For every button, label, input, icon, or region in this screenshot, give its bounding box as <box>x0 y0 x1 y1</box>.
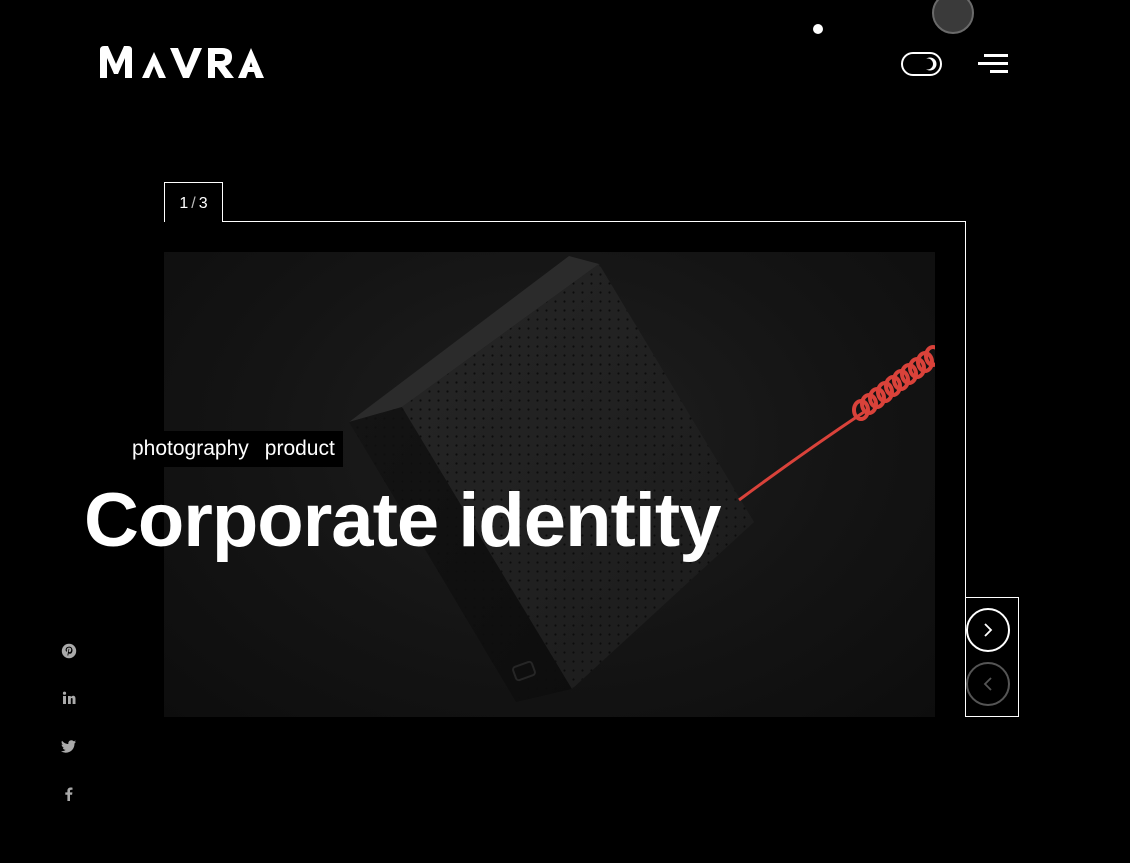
page: 1/3 photography product Corporate identi… <box>0 0 1130 863</box>
slider-nav <box>965 597 1019 717</box>
tag-product[interactable]: product <box>265 437 335 461</box>
theme-toggle[interactable] <box>901 52 942 76</box>
cursor-dot <box>813 24 823 34</box>
logo-wordmark-icon <box>100 46 264 78</box>
next-slide-button[interactable] <box>966 608 1010 652</box>
prev-slide-button[interactable] <box>966 662 1010 706</box>
social-link-pinterest[interactable] <box>58 640 80 662</box>
chevron-left-icon <box>983 677 992 691</box>
slide-tags: photography product <box>122 431 343 467</box>
cursor-ring <box>932 0 974 34</box>
brand-logo[interactable] <box>98 44 266 82</box>
slide-counter-current: 1 <box>179 195 189 212</box>
twitter-icon <box>61 740 76 753</box>
slide-counter: 1/3 <box>164 182 223 222</box>
slide-counter-total: 3 <box>198 195 208 212</box>
linkedin-icon <box>62 691 76 704</box>
social-link-linkedin[interactable] <box>58 687 80 709</box>
pinterest-icon <box>61 643 77 659</box>
slide-counter-separator: / <box>191 195 196 212</box>
hamburger-icon <box>978 54 1008 73</box>
social-link-facebook[interactable] <box>58 783 80 805</box>
social-link-twitter[interactable] <box>58 735 80 757</box>
chevron-right-icon <box>984 623 993 637</box>
slide-title[interactable]: Corporate identity <box>84 476 721 566</box>
tag-photography[interactable]: photography <box>132 437 249 461</box>
menu-button[interactable] <box>976 52 1010 76</box>
facebook-icon <box>65 787 73 801</box>
moon-icon <box>923 57 937 71</box>
